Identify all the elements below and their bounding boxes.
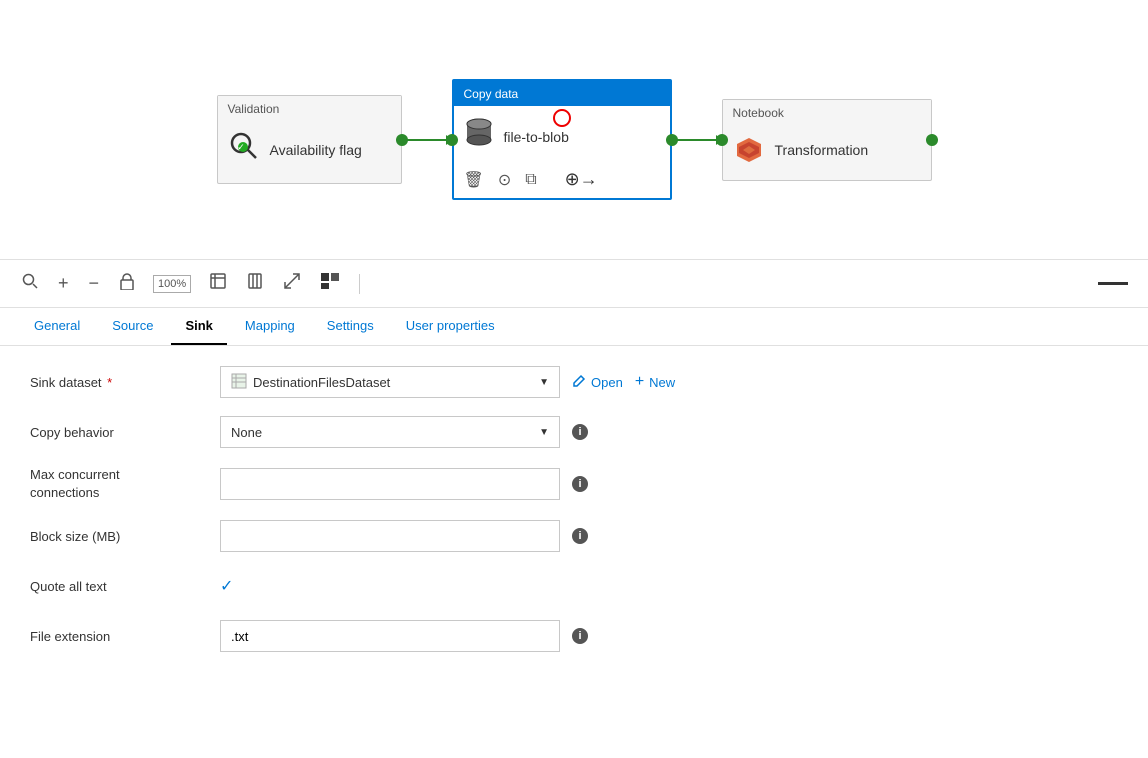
copy-behavior-label: Copy behavior: [30, 425, 220, 440]
copy-behavior-arrow: ▼: [539, 427, 549, 438]
notebook-icon: [733, 134, 765, 166]
required-star: *: [104, 375, 113, 390]
copy-behavior-value: None: [231, 425, 539, 440]
arrow-1: [402, 139, 452, 141]
property-tabs: General Source Sink Mapping Settings Use…: [0, 308, 1148, 346]
notebook-conn-left: [716, 134, 728, 146]
copy-behavior-controls: None ▼ i: [220, 416, 1118, 448]
run-icon[interactable]: ⊕→: [565, 169, 598, 190]
plus-icon: +: [635, 373, 644, 391]
lock-toolbar-icon[interactable]: [117, 270, 137, 297]
file-extension-controls: i: [220, 620, 1118, 652]
new-link[interactable]: + New: [635, 373, 675, 391]
quote-all-text-check[interactable]: ✓: [220, 576, 233, 596]
file-extension-row: File extension i: [30, 620, 1118, 652]
block-size-info[interactable]: i: [572, 528, 588, 544]
toolbar-divider: [359, 274, 360, 294]
sink-dataset-row: Sink dataset * DestinationFilesDataset ▼: [30, 366, 1118, 398]
add-toolbar-icon[interactable]: +: [56, 271, 71, 296]
file-extension-info[interactable]: i: [572, 628, 588, 644]
notebook-node-header: Notebook: [723, 100, 931, 124]
zoom-toolbar-icon[interactable]: 100%: [153, 275, 191, 293]
delete-icon[interactable]: 🗑: [464, 170, 484, 190]
quote-all-text-label: Quote all text: [30, 579, 220, 594]
copy-data-footer: 🗑 ⊙ ⧉ ⊕→: [454, 165, 670, 198]
validation-node[interactable]: Validation ✓ Availability flag: [217, 95, 402, 184]
frame-toolbar-icon[interactable]: [207, 270, 229, 297]
sink-form: Sink dataset * DestinationFilesDataset ▼: [0, 346, 1148, 690]
resize-toolbar-icon[interactable]: [281, 270, 303, 297]
pipeline-canvas: Validation ✓ Availability flag: [0, 0, 1148, 260]
open-link[interactable]: Open: [572, 374, 623, 391]
file-extension-input[interactable]: [220, 620, 560, 652]
minus-toolbar-icon[interactable]: −: [87, 271, 102, 296]
block-size-label: Block size (MB): [30, 529, 220, 544]
quote-all-text-row: Quote all text ✓: [30, 570, 1118, 602]
resize-handle[interactable]: [1098, 282, 1128, 285]
search-toolbar-icon[interactable]: [20, 271, 40, 296]
copy-behavior-select[interactable]: None ▼: [220, 416, 560, 448]
tab-mapping[interactable]: Mapping: [231, 308, 309, 345]
copy-data-node[interactable]: Copy data file-to-blob 🗑: [452, 79, 672, 200]
notebook-node-label: Transformation: [775, 142, 869, 158]
tab-general[interactable]: General: [20, 308, 94, 345]
max-concurrent-controls: i: [220, 468, 1118, 500]
arrow-2: [672, 139, 722, 141]
pencil-icon: [572, 374, 586, 391]
notebook-node[interactable]: Notebook Transformation: [722, 99, 932, 181]
layers-toolbar-icon[interactable]: [319, 271, 343, 296]
svg-text:✓: ✓: [237, 142, 245, 152]
max-concurrent-label: Max concurrentconnections: [30, 466, 220, 502]
validation-node-header: Validation: [218, 96, 401, 120]
tab-user-properties[interactable]: User properties: [392, 308, 509, 345]
copy-icon[interactable]: ⊙: [498, 170, 511, 190]
copy-behavior-info[interactable]: i: [572, 424, 588, 440]
new-label: New: [649, 375, 675, 390]
sink-dataset-controls: DestinationFilesDataset ▼ Open + New: [220, 366, 1118, 398]
copy-data-label: file-to-blob: [504, 129, 569, 145]
max-concurrent-info[interactable]: i: [572, 476, 588, 492]
notebook-conn-right: [926, 134, 938, 146]
sink-dataset-arrow: ▼: [539, 377, 549, 388]
error-indicator: [553, 109, 571, 127]
copy-data-icon: [464, 116, 494, 157]
canvas-toolbar: + − 100%: [0, 260, 1148, 308]
sink-dataset-label: Sink dataset *: [30, 375, 220, 390]
validation-node-label: Availability flag: [270, 142, 362, 158]
copy-behavior-row: Copy behavior None ▼ i: [30, 416, 1118, 448]
max-concurrent-row: Max concurrentconnections i: [30, 466, 1118, 502]
block-size-row: Block size (MB) i: [30, 520, 1118, 552]
tab-settings[interactable]: Settings: [313, 308, 388, 345]
file-extension-label: File extension: [30, 629, 220, 644]
block-size-controls: i: [220, 520, 1118, 552]
max-concurrent-input[interactable]: [220, 468, 560, 500]
copy-data-conn-left: [446, 134, 458, 146]
duplicate-icon[interactable]: ⧉: [525, 171, 536, 189]
dataset-icon: [231, 373, 247, 392]
sink-dataset-value: DestinationFilesDataset: [253, 375, 539, 390]
block-size-input[interactable]: [220, 520, 560, 552]
quote-all-text-controls: ✓: [220, 576, 1118, 596]
sink-dataset-select[interactable]: DestinationFilesDataset ▼: [220, 366, 560, 398]
tab-sink[interactable]: Sink: [171, 308, 226, 345]
copy-data-header: Copy data: [454, 81, 670, 106]
tab-source[interactable]: Source: [98, 308, 167, 345]
open-label: Open: [591, 375, 623, 390]
cursor-toolbar-icon[interactable]: [245, 270, 265, 297]
validation-icon: ✓: [228, 130, 260, 169]
